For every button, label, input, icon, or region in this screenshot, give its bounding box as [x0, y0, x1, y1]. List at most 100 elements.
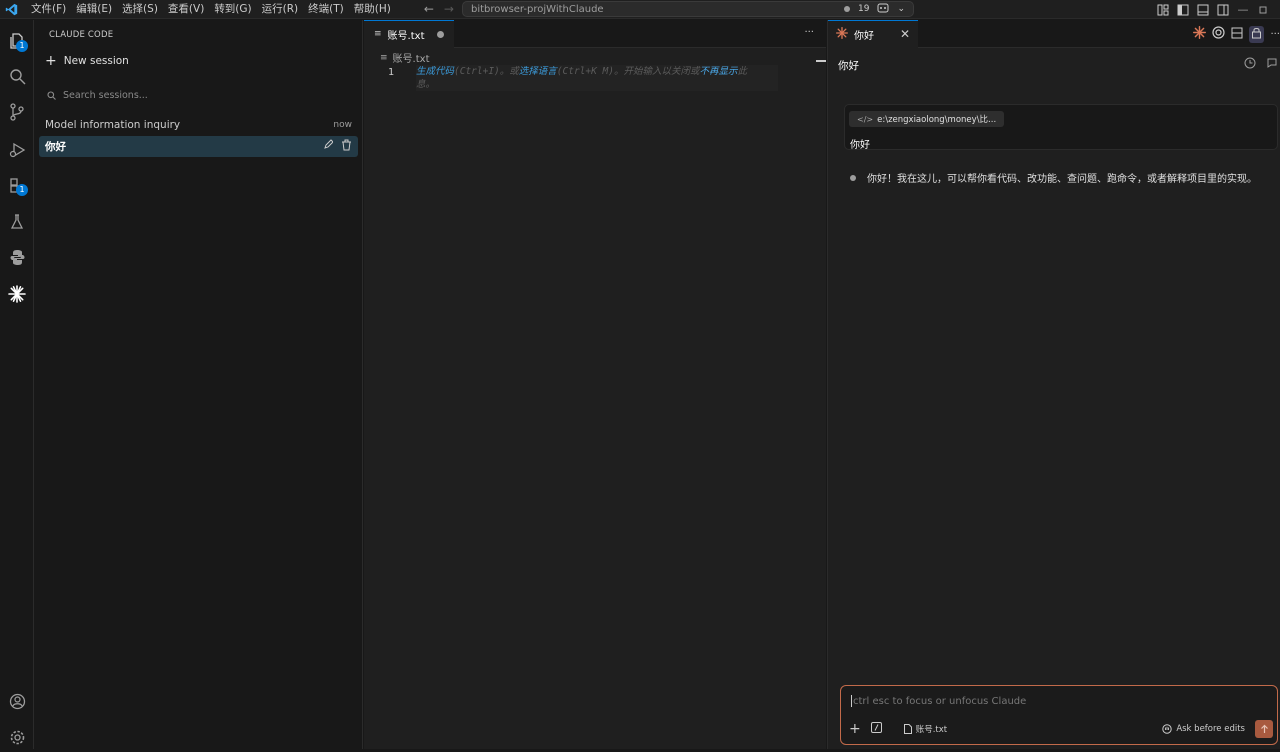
lock-icon[interactable] — [1249, 25, 1265, 43]
hint-generate-code-link[interactable]: 生成代码 — [416, 66, 454, 77]
minimize-icon[interactable]: — — [1236, 3, 1250, 17]
unsaved-dot-icon[interactable] — [437, 30, 444, 38]
explorer-badge: 1 — [16, 40, 28, 52]
hint-dont-show-link[interactable]: 不再显示 — [700, 66, 738, 77]
toggle-sidebar-icon[interactable] — [1176, 3, 1190, 17]
claude-spark-icon[interactable] — [1193, 26, 1207, 42]
text-file-icon: ≡ — [374, 29, 382, 39]
extensions-icon[interactable]: 1 — [0, 170, 34, 200]
arrow-up-icon — [1260, 724, 1268, 733]
menu-edit[interactable]: 编辑(E) — [71, 0, 117, 19]
close-icon[interactable]: ✕ — [900, 27, 910, 41]
menu-terminal[interactable]: 终端(T) — [303, 0, 349, 19]
testing-flask-icon[interactable] — [0, 206, 34, 236]
tab-label: 账号.txt — [387, 30, 425, 42]
conversation-actions — [1244, 57, 1278, 72]
command-center[interactable]: bitbrowser-projWithClaude 19 ⌄ — [461, 1, 914, 17]
split-editor-icon[interactable] — [1231, 27, 1243, 42]
send-button[interactable] — [1255, 720, 1273, 738]
rename-pencil-icon[interactable] — [323, 139, 334, 154]
menu-view[interactable]: 查看(V) — [163, 0, 209, 19]
activity-bar: 1 1 — [0, 20, 34, 749]
editor-hint: 生成代码(Ctrl+I)。或选择语言(Ctrl+K M)。开始输入以关闭或不再显… — [416, 65, 778, 91]
explorer-icon[interactable]: 1 — [0, 26, 34, 56]
gear-icon[interactable] — [0, 722, 34, 752]
breadcrumb[interactable]: ≡ 账号.txt — [380, 50, 430, 66]
history-clock-icon[interactable] — [1244, 57, 1256, 72]
chat-input-placeholder[interactable]: ctrl esc to focus or unfocus Claude — [851, 695, 1026, 707]
run-debug-icon[interactable] — [0, 134, 34, 164]
chat-input-box[interactable]: ctrl esc to focus or unfocus Claude + 账号… — [840, 685, 1278, 745]
add-attachment-icon[interactable]: + — [849, 722, 861, 736]
claude-code-sidebar: CLAUDE CODE + New session Search session… — [35, 20, 363, 749]
toggle-secondary-sidebar-icon[interactable] — [1216, 3, 1230, 17]
restore-icon[interactable] — [1256, 3, 1270, 17]
new-chat-icon[interactable] — [1266, 57, 1278, 72]
claude-tabbar: 你好 ✕ ··· — [828, 19, 1280, 48]
current-file-chip[interactable]: 账号.txt — [903, 723, 947, 735]
account-icon[interactable] — [0, 686, 34, 716]
problem-count: 19 — [857, 4, 870, 14]
tab-claude-chat[interactable]: 你好 ✕ — [828, 19, 918, 48]
bullet-icon — [850, 174, 856, 181]
title-bar: 文件(F) 编辑(E) 选择(S) 查看(V) 转到(G) 运行(R) 终端(T… — [0, 0, 1280, 19]
copilot-icon[interactable] — [877, 3, 889, 16]
plus-icon: + — [45, 53, 57, 69]
session-item[interactable]: Model information inquiry now — [39, 114, 358, 135]
nav-arrows: ← → — [424, 2, 454, 16]
session-item-active[interactable]: 你好 — [39, 136, 358, 157]
claude-tab-actions: ··· — [1193, 20, 1280, 48]
text-file-icon: ≡ — [380, 52, 388, 63]
vscode-logo-icon[interactable] — [0, 0, 22, 19]
hint-text: 此 — [737, 66, 748, 77]
slash-command-icon[interactable] — [870, 722, 882, 736]
window-controls: — — [1156, 0, 1270, 19]
session-title: 你好 — [45, 141, 66, 153]
customize-layout-icon[interactable] — [1156, 3, 1170, 17]
permission-mode-label: Ask before edits — [1176, 724, 1245, 734]
extensions-badge: 1 — [16, 184, 28, 196]
chevron-down-icon[interactable]: ⌄ — [897, 4, 905, 14]
menu-file[interactable]: 文件(F) — [26, 0, 71, 19]
delete-trash-icon[interactable] — [341, 139, 352, 154]
back-arrow-icon[interactable]: ← — [424, 2, 434, 16]
search-icon[interactable] — [0, 61, 34, 91]
command-center-label: bitbrowser-projWithClaude — [470, 3, 604, 15]
user-message-text: 你好 — [850, 140, 870, 151]
hint-select-language-link[interactable]: 选择语言 — [519, 66, 557, 77]
permission-mode-button[interactable]: Ask before edits — [1162, 724, 1245, 734]
tab-label: 你好 — [854, 30, 874, 42]
claude-panel: 你好 ✕ ··· 你好 </> e:\zengxiaolong\money\比.… — [827, 19, 1280, 749]
user-message: </> e:\zengxiaolong\money\比... 你好 — [844, 104, 1278, 151]
new-session-label: New session — [63, 55, 129, 67]
forward-arrow-icon[interactable]: → — [444, 2, 454, 16]
search-sessions-input[interactable]: Search sessions... — [47, 90, 148, 101]
chat-placeholder-text: ctrl esc to focus or unfocus Claude — [853, 696, 1027, 707]
menu-bar: 文件(F) 编辑(E) 选择(S) 查看(V) 转到(G) 运行(R) 终端(T… — [26, 0, 396, 19]
file-context-chip[interactable]: </> e:\zengxiaolong\money\比... — [849, 111, 1005, 127]
search-placeholder: Search sessions... — [63, 90, 148, 101]
source-control-icon[interactable] — [0, 97, 34, 127]
sidebar-title: CLAUDE CODE — [49, 30, 114, 40]
hint-text: 息。 — [416, 79, 436, 90]
new-session-button[interactable]: + New session — [45, 53, 129, 69]
panel-edge-marker — [816, 60, 826, 62]
line-number: 1 — [388, 67, 395, 78]
editor-tabbar: ≡ 账号.txt ··· — [364, 19, 826, 48]
menu-selection[interactable]: 选择(S) — [117, 0, 163, 19]
hint-text: (Ctrl+I)。或 — [454, 66, 519, 77]
session-time: now — [333, 119, 352, 130]
toggle-panel-icon[interactable] — [1196, 3, 1210, 17]
menu-help[interactable]: 帮助(H) — [349, 0, 396, 19]
python-icon[interactable] — [0, 242, 34, 272]
breadcrumb-file: 账号.txt — [392, 54, 430, 65]
menu-go[interactable]: 转到(G) — [209, 0, 256, 19]
claude-spark-icon[interactable] — [0, 279, 34, 309]
tab-account-txt[interactable]: ≡ 账号.txt — [364, 19, 454, 48]
more-actions-icon[interactable]: ··· — [804, 27, 814, 38]
code-line[interactable]: 1 生成代码(Ctrl+I)。或选择语言(Ctrl+K M)。开始输入以关闭或不… — [364, 65, 826, 97]
file-chip-path: e:\zengxiaolong\money\比... — [877, 115, 997, 125]
more-actions-icon[interactable]: ··· — [1270, 29, 1280, 40]
menu-run[interactable]: 运行(R) — [257, 0, 304, 19]
openai-icon[interactable] — [1212, 26, 1226, 42]
